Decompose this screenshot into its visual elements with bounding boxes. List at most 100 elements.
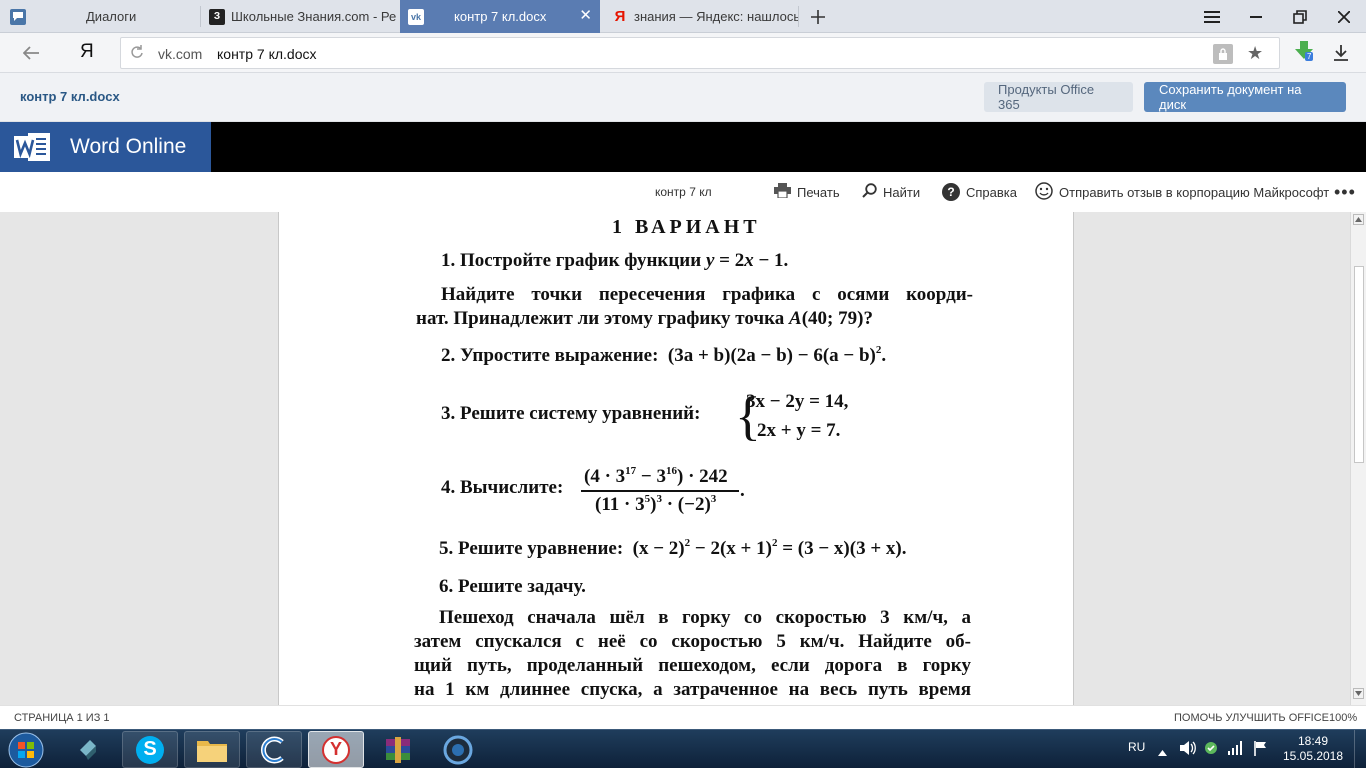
task-6-line-2: затем спускался с неё со скоростью 5 км/… xyxy=(414,631,971,652)
yandex-icon: Я xyxy=(614,8,626,25)
lock-icon[interactable] xyxy=(1213,44,1233,64)
send-feedback-button[interactable]: Отправить отзыв в корпорацию Майкрософт xyxy=(1035,181,1330,203)
tab-label: знания — Яндекс: нашлось xyxy=(634,9,798,24)
vertical-scrollbar[interactable] xyxy=(1350,212,1366,705)
clock-time: 18:49 xyxy=(1297,734,1329,748)
find-label: Найти xyxy=(883,184,921,200)
downloads-badge: 7 xyxy=(1305,52,1314,61)
close-tab-icon[interactable]: ✕ xyxy=(579,8,592,24)
fraction-period: . xyxy=(740,480,745,501)
system-equation-1: 3x − 2y = 14, xyxy=(746,391,849,412)
shield-status-icon[interactable] xyxy=(1204,741,1218,760)
document-page[interactable]: 1 ВАРИАНТ 1. Постройте график функции y … xyxy=(278,212,1074,705)
fraction-bar xyxy=(581,490,739,492)
status-bar: СТРАНИЦА 1 ИЗ 1 ПОМОЧЬ УЛУЧШИТЬ OFFICE 1… xyxy=(0,705,1366,729)
save-to-disk-label: Сохранить документ на диск xyxy=(1159,82,1302,112)
print-button[interactable]: Печать xyxy=(774,182,840,202)
tab-label: Школьные Знания.com - Ре xyxy=(231,9,397,24)
variant-heading: 1 ВАРИАНТ xyxy=(612,216,761,238)
document-header: контр 7 кл.docx Продукты Office 365 Сохр… xyxy=(0,73,1366,122)
scroll-down-arrow-icon[interactable] xyxy=(1353,688,1364,699)
network-signal-icon[interactable] xyxy=(1228,741,1242,760)
save-to-disk-button[interactable]: Сохранить документ на диск xyxy=(1144,82,1346,112)
document-canvas[interactable]: 1 ВАРИАНТ 1. Постройте график функции y … xyxy=(0,212,1350,705)
menu-icon[interactable] xyxy=(1190,0,1234,33)
word-online-title: Word Online xyxy=(70,135,187,158)
address-bar: Я vk.com контр 7 кл.docx ★ 7 xyxy=(0,33,1366,73)
task-5: 5. Решите уравнение: (x − 2)2 − 2(x + 1)… xyxy=(439,537,907,559)
winrar-taskbar-icon[interactable] xyxy=(372,731,424,768)
app-ring-taskbar-icon[interactable] xyxy=(432,731,484,768)
word-logo-icon xyxy=(14,130,50,164)
smiley-icon xyxy=(1035,181,1053,203)
windows-taskbar: S Y RU 18:49 15.05.2018 xyxy=(0,729,1366,768)
back-icon[interactable] xyxy=(20,43,42,63)
task-6: 6. Решите задачу. xyxy=(439,576,586,597)
system-equation-2: 2x + y = 7. xyxy=(757,420,841,441)
url-field[interactable]: vk.com контр 7 кл.docx ★ xyxy=(120,37,1280,69)
help-label: Справка xyxy=(966,184,1017,200)
feedback-label: Отправить отзыв в корпорацию Майкрософт xyxy=(1059,184,1330,200)
document-filename[interactable]: контр 7 кл.docx xyxy=(20,89,120,104)
word-online-brand[interactable]: Word Online xyxy=(0,122,211,172)
task-1-paragraph-line-1: Найдите точки пересечения графика с осям… xyxy=(441,284,973,305)
tab-dialogs[interactable]: Диалоги xyxy=(0,0,200,33)
more-options-icon[interactable]: ••• xyxy=(1334,182,1356,202)
help-button[interactable]: ? Справка xyxy=(942,182,1017,202)
clock-date: 15.05.2018 xyxy=(1282,749,1344,763)
tab-yandex-search[interactable]: Я знания — Яндекс: нашлось xyxy=(600,0,798,33)
bookmark-star-icon[interactable]: ★ xyxy=(1247,43,1263,64)
task-6-line-4: на 1 км длиннее спуска, а затраченное на… xyxy=(414,679,971,700)
close-window-icon[interactable] xyxy=(1322,0,1366,33)
show-desktop-button[interactable] xyxy=(1354,730,1366,768)
volume-icon[interactable] xyxy=(1180,741,1196,760)
document-title-text: контр 7 кл xyxy=(655,185,712,199)
tray-expand-icon[interactable] xyxy=(1158,743,1167,761)
new-tab-button[interactable] xyxy=(796,0,840,33)
zoom-level[interactable]: 100% xyxy=(1329,712,1357,724)
yandex-home-icon[interactable]: Я xyxy=(80,41,94,63)
scroll-up-arrow-icon[interactable] xyxy=(1353,214,1364,225)
scroll-thumb[interactable] xyxy=(1354,266,1364,463)
fraction-denominator: (11 · 35)3 · (−2)3 xyxy=(595,493,717,515)
reload-icon[interactable] xyxy=(130,45,144,59)
media-player-taskbar-icon[interactable] xyxy=(62,731,114,768)
find-button[interactable]: Найти xyxy=(862,182,920,202)
vk-icon: vk xyxy=(408,8,424,25)
znania-icon: З xyxy=(209,8,225,25)
search-icon xyxy=(862,183,877,201)
restore-icon[interactable] xyxy=(1278,0,1322,33)
task-6-line-1: Пешеход сначала шёл в горку со скоростью… xyxy=(439,607,971,628)
download-arrow-icon[interactable] xyxy=(1334,45,1348,66)
office-products-button[interactable]: Продукты Office 365 xyxy=(984,82,1133,112)
url-title: контр 7 кл.docx xyxy=(217,46,317,62)
task-2: 2. Упростите выражение: (3a + b)(2a − b)… xyxy=(441,344,887,366)
app-c-taskbar-icon[interactable] xyxy=(246,731,302,768)
help-improve-office-link[interactable]: ПОМОЧЬ УЛУЧШИТЬ OFFICE xyxy=(1174,712,1329,724)
task-6-line-3: щий путь, проделанный пешеходом, если до… xyxy=(414,655,971,676)
start-orb-icon[interactable] xyxy=(4,731,48,768)
document-title: контр 7 кл xyxy=(655,182,712,202)
clock[interactable]: 18:49 15.05.2018 xyxy=(1278,734,1348,764)
page-counter: СТРАНИЦА 1 ИЗ 1 xyxy=(14,712,110,724)
task-1-paragraph-line-2: нат. Принадлежит ли этому графику точка … xyxy=(416,308,873,329)
flag-icon[interactable] xyxy=(1254,741,1268,761)
file-explorer-taskbar-icon[interactable] xyxy=(184,731,240,768)
tab-label: Диалоги xyxy=(86,9,137,24)
downloads-icon[interactable]: 7 xyxy=(1294,41,1316,65)
word-online-bar: Word Online xyxy=(0,122,1366,172)
command-bar: контр 7 кл Печать Найти ? Справка Отправ… xyxy=(0,172,1366,212)
office-products-label: Продукты Office 365 xyxy=(998,82,1095,112)
help-icon: ? xyxy=(942,183,960,201)
url-domain: vk.com xyxy=(158,46,203,62)
language-indicator[interactable]: RU xyxy=(1128,740,1145,754)
browser-tab-strip: Диалоги З Школьные Знания.com - Ре vk ко… xyxy=(0,0,1366,33)
yandex-browser-taskbar-icon[interactable]: Y xyxy=(308,731,364,768)
minimize-icon[interactable] xyxy=(1234,0,1278,33)
tab-znania[interactable]: З Школьные Знания.com - Ре xyxy=(201,0,400,33)
tab-document[interactable]: vk контр 7 кл.docx ✕ xyxy=(400,0,600,33)
task-3: 3. Решите систему уравнений: xyxy=(441,403,701,424)
skype-taskbar-icon[interactable]: S xyxy=(122,731,178,768)
task-4: 4. Вычислите: xyxy=(441,477,564,498)
tab-label: контр 7 кл.docx xyxy=(454,9,547,24)
